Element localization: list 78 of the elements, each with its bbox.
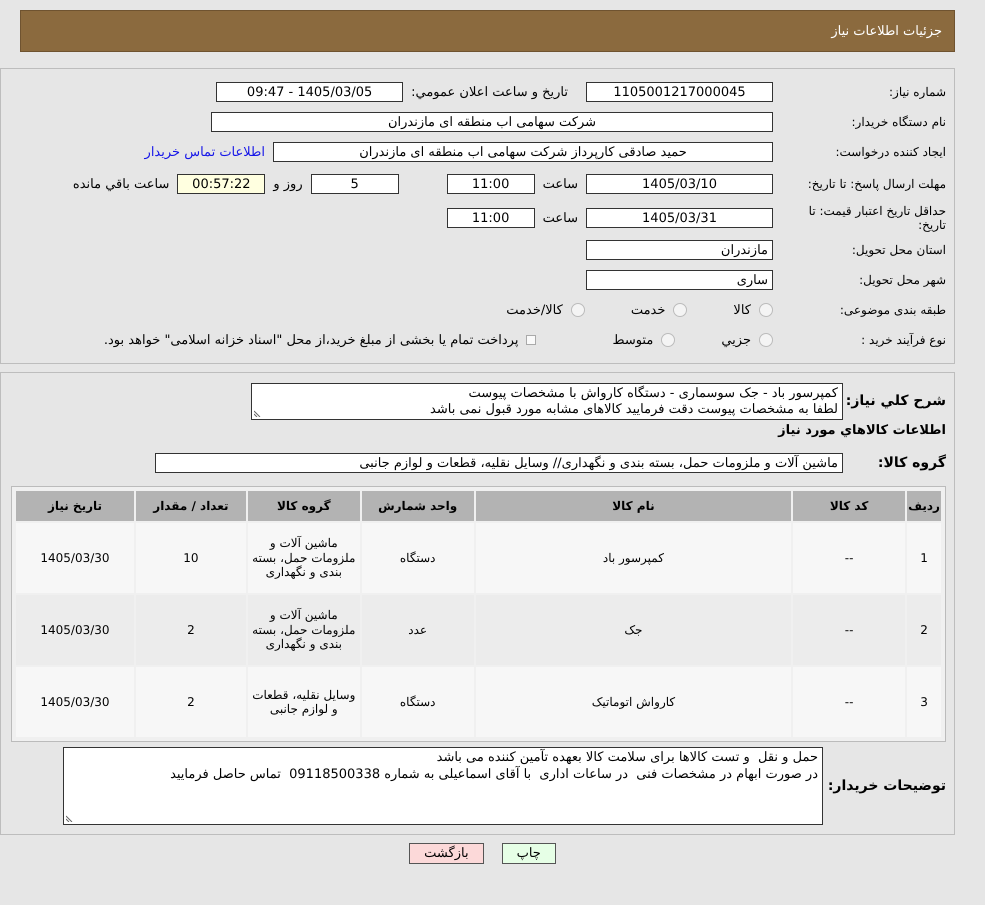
field-label: شهر محل تحویل: bbox=[858, 272, 946, 288]
radio-button[interactable] bbox=[759, 303, 773, 317]
column-header: گروه کالا bbox=[248, 491, 360, 521]
back-button[interactable]: بازگشت bbox=[409, 843, 484, 864]
city-field: ساری bbox=[586, 270, 773, 290]
days-label: روز و bbox=[273, 176, 303, 192]
field-label: گروه کالا: bbox=[876, 454, 946, 472]
page-title: جزئیات اطلاعات نیاز bbox=[831, 24, 942, 38]
table-cell: دستگاه bbox=[362, 667, 474, 737]
radio-button[interactable] bbox=[570, 303, 585, 317]
radio-button[interactable] bbox=[661, 333, 676, 347]
requester-field: حمید صادقی کارپرداز شرکت سهامی اب منطقه ای مازندران bbox=[273, 142, 773, 162]
table-cell: ماشین آلات و ملزومات حمل، بسته بندی و نگهداری bbox=[248, 595, 360, 665]
table-cell: 1405/03/30 bbox=[16, 595, 134, 665]
table-cell: 1405/03/30 bbox=[16, 523, 134, 593]
field-label: شماره نیاز: bbox=[888, 84, 946, 100]
table-cell: وسایل نقلیه، قطعات و لوازم جانبی bbox=[248, 667, 360, 737]
description-field: کمپرسور باد - جک سوسماری - دستگاه کارواش با مشخصات پیوست لطفا به مشخصات پیوست دقت فرمایید کالاهای مشابه مورد قبول نمی باشد bbox=[251, 382, 843, 420]
field-label: ایجاد کننده درخواست: bbox=[834, 144, 946, 160]
validity-time-field: 11:00 bbox=[446, 208, 535, 228]
column-header: تعداد / مقدار bbox=[136, 491, 246, 521]
table-cell: جک bbox=[476, 595, 792, 665]
goods-group-field: ماشین آلات و ملزومات حمل، بسته بندی و نگهداری// وسایل نقلیه، قطعات و لوازم جانبی bbox=[155, 453, 843, 473]
table-cell: -- bbox=[793, 667, 906, 737]
table-cell: 3 bbox=[907, 667, 941, 737]
buyer-notes-field: حمل و نقل و تست کالاها برای سلامت کالا بعهده تآمین کننده می باشد در صورت ابهام در مشخصات فنی در ساعات اداری با آقای اسماعیلی به شماره 09118500338 تماس حاصل فرمایید bbox=[63, 747, 823, 825]
table-cell: 10 bbox=[136, 523, 246, 593]
field-label: نام دستگاه خریدار: bbox=[850, 114, 946, 130]
remaining-time-field: 00:57:22 bbox=[177, 174, 266, 194]
radio-label: خدمت bbox=[630, 302, 666, 318]
checkbox[interactable] bbox=[526, 335, 536, 345]
table-cell: -- bbox=[793, 523, 906, 593]
field-label: نوع فرآیند خرید : bbox=[860, 332, 946, 348]
table-cell: عدد bbox=[362, 595, 474, 665]
table-cell: ماشین آلات و ملزومات حمل، بسته بندی و نگهداری bbox=[248, 523, 360, 593]
radio-label: متوسط bbox=[612, 332, 654, 348]
radio-label: جزيي bbox=[721, 332, 751, 348]
table-cell: 2 bbox=[136, 595, 246, 665]
field-label: استان محل تحویل: bbox=[850, 242, 946, 258]
resize-grip-icon[interactable] bbox=[66, 814, 74, 822]
radio-label: کالا bbox=[733, 302, 751, 318]
table-cell: 2 bbox=[907, 595, 941, 665]
column-header: واحد شمارش bbox=[362, 491, 474, 521]
column-header: تاریخ نیاز bbox=[16, 491, 134, 521]
field-label: تاریخ و ساعت اعلان عمومي: bbox=[411, 84, 568, 100]
time-label: ساعت bbox=[542, 210, 578, 226]
resize-grip-icon[interactable] bbox=[254, 408, 262, 416]
table-cell: 1 bbox=[907, 523, 941, 593]
table-cell: 1405/03/30 bbox=[16, 667, 134, 737]
time-label: ساعت bbox=[542, 176, 578, 192]
days-field: 5 bbox=[310, 174, 399, 194]
table-cell: دستگاه bbox=[362, 523, 474, 593]
column-header: ردیف bbox=[907, 491, 941, 521]
field-label: طبقه بندی موضوعی: bbox=[838, 302, 946, 318]
payment-note: پرداخت تمام یا بخشی از مبلغ خرید،از محل "اسناد خزانه اسلامی" خواهد بود. bbox=[104, 332, 518, 348]
column-header: نام کالا bbox=[476, 491, 792, 521]
column-header: کد کالا bbox=[793, 491, 906, 521]
province-field: مازندران bbox=[586, 240, 773, 260]
reply-date-field: 1405/03/10 bbox=[586, 174, 773, 194]
table-cell: -- bbox=[793, 595, 906, 665]
remaining-label: ساعت باقي مانده bbox=[72, 176, 170, 192]
reply-time-field: 11:00 bbox=[446, 174, 535, 194]
radio-label: کالا/خدمت bbox=[506, 302, 563, 318]
announce-date-field: 1405/03/05 - 09:47 bbox=[216, 82, 404, 102]
field-label: مهلت ارسال پاسخ: تا تاریخ: bbox=[806, 176, 946, 192]
table-cell: کارواش اتوماتیک bbox=[476, 667, 792, 737]
section-title: اطلاعات کالاهاي مورد نیاز bbox=[776, 423, 946, 438]
print-button[interactable]: چاپ bbox=[502, 843, 556, 864]
table-cell: کمپرسور باد bbox=[476, 523, 792, 593]
field-label: توضیحات خریدار: bbox=[831, 778, 946, 794]
buyer-contact-link[interactable]: اطلاعات تماس خریدار bbox=[144, 144, 265, 160]
field-label: حداقل تاریخ اعتبار قیمت: تا تاریخ: bbox=[808, 204, 946, 232]
validity-date-field: 1405/03/31 bbox=[586, 208, 773, 228]
table-cell: 2 bbox=[136, 667, 246, 737]
buyer-org-field: شرکت سهامی اب منطقه ای مازندران bbox=[211, 112, 773, 132]
radio-button[interactable] bbox=[673, 303, 688, 317]
radio-button[interactable] bbox=[759, 333, 773, 347]
need-number-field: 1105001217000045 bbox=[586, 82, 773, 102]
